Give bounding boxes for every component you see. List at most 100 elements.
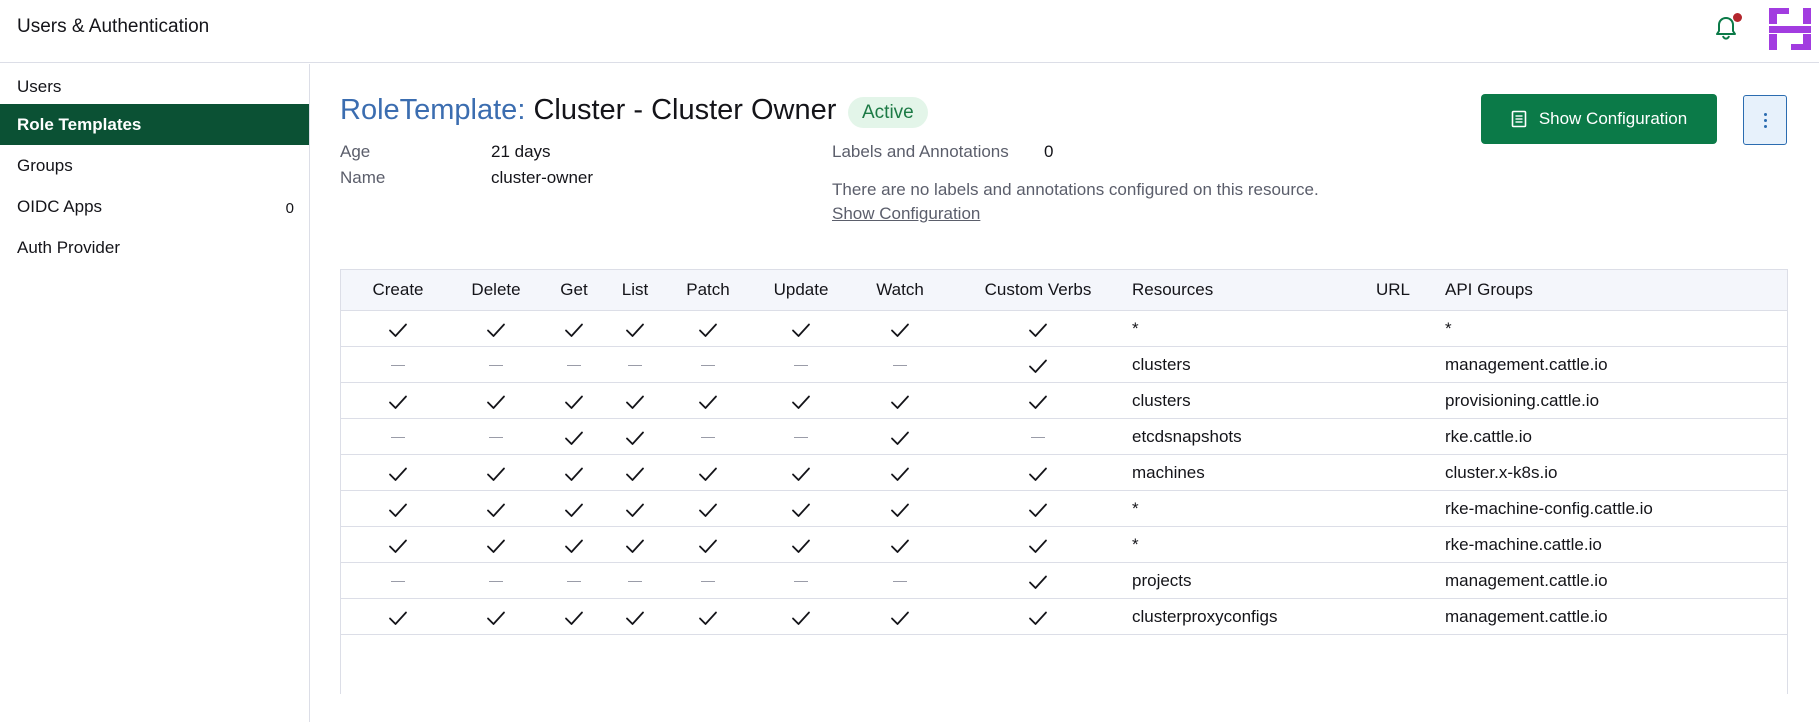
column-header-update[interactable]: Update <box>774 270 829 310</box>
column-header-delete[interactable]: Delete <box>471 270 520 310</box>
check-icon-custom-verbs <box>1023 491 1053 526</box>
check-icon-delete <box>481 491 511 526</box>
table-row: clusters management.cattle.io <box>341 347 1787 383</box>
dash-icon-update <box>786 347 816 382</box>
api-group-cell: rke.cattle.io <box>1445 427 1532 446</box>
bell-icon[interactable] <box>1713 13 1742 42</box>
document-icon <box>1511 110 1527 128</box>
check-icon-patch <box>693 455 723 490</box>
check-icon-watch <box>885 491 915 526</box>
sidebar-item-label: Users <box>17 77 62 96</box>
dash-icon-patch <box>693 419 723 454</box>
table-row: clusters provisioning.cattle.io <box>341 383 1787 419</box>
column-header-patch[interactable]: Patch <box>686 270 729 310</box>
check-icon-delete <box>481 599 511 634</box>
check-icon-custom-verbs <box>1023 599 1053 634</box>
resource-cell: * <box>1132 319 1139 338</box>
age-label: Age <box>340 142 371 161</box>
sidebar-item-users[interactable]: Users <box>0 66 309 107</box>
dash-icon-get <box>559 563 589 598</box>
check-icon-watch <box>885 311 915 346</box>
api-group-cell: * <box>1445 319 1452 338</box>
check-icon-custom-verbs <box>1023 527 1053 562</box>
page-header-title: Users & Authentication <box>17 16 210 37</box>
brand-logo-icon[interactable] <box>1767 6 1813 52</box>
resource-cell: * <box>1132 535 1139 554</box>
check-icon-update <box>786 311 816 346</box>
dash-icon-create <box>383 419 413 454</box>
check-icon-get <box>559 455 589 490</box>
column-header-get[interactable]: Get <box>560 270 587 310</box>
column-header-url[interactable]: URL <box>1376 270 1410 310</box>
show-configuration-button[interactable]: Show Configuration <box>1481 94 1717 144</box>
labels-annotations-count: 0 <box>1044 142 1054 161</box>
sidebar-item-count: 0 <box>285 200 294 217</box>
sidebar-item-label: Groups <box>17 156 73 175</box>
api-group-cell: provisioning.cattle.io <box>1445 391 1600 410</box>
resource-cell: clusters <box>1132 355 1191 374</box>
check-icon-list <box>620 419 650 454</box>
check-icon-get <box>559 383 589 418</box>
check-icon-patch <box>693 599 723 634</box>
brand-logo-svg <box>1769 8 1811 50</box>
check-icon-watch <box>885 383 915 418</box>
check-icon-update <box>786 383 816 418</box>
sidebar-item-auth-provider[interactable]: Auth Provider <box>0 227 309 268</box>
notification-dot <box>1733 13 1742 22</box>
dash-icon-update <box>786 419 816 454</box>
check-icon-list <box>620 491 650 526</box>
check-icon-create <box>383 455 413 490</box>
check-icon-custom-verbs <box>1023 311 1053 346</box>
column-header-create[interactable]: Create <box>372 270 423 310</box>
kebab-vertical-icon <box>1763 112 1767 128</box>
labels-empty-note: There are no labels and annotations conf… <box>832 180 1319 199</box>
sidebar-item-label: Auth Provider <box>17 238 120 257</box>
resource-name: Cluster - Cluster Owner <box>533 94 837 126</box>
dash-icon-list <box>620 563 650 598</box>
dash-icon-list <box>620 347 650 382</box>
table-row: projects management.cattle.io <box>341 563 1787 599</box>
check-icon-get <box>559 491 589 526</box>
check-icon-custom-verbs <box>1023 347 1053 382</box>
api-group-cell: rke-machine.cattle.io <box>1445 535 1602 554</box>
dash-icon-delete <box>481 563 511 598</box>
check-icon-get <box>559 527 589 562</box>
sidebar-item-label: Role Templates <box>17 115 142 134</box>
resource-cell: clusters <box>1132 391 1191 410</box>
check-icon-delete <box>481 383 511 418</box>
column-header-resources[interactable]: Resources <box>1132 270 1213 310</box>
check-icon-watch <box>885 599 915 634</box>
check-icon-list <box>620 455 650 490</box>
name-label: Name <box>340 168 386 187</box>
column-header-list[interactable]: List <box>622 270 648 310</box>
check-icon-list <box>620 311 650 346</box>
table-row: * * <box>341 311 1787 347</box>
actions-menu-button[interactable] <box>1743 95 1787 145</box>
check-icon-update <box>786 491 816 526</box>
table-row: * rke-machine-config.cattle.io <box>341 491 1787 527</box>
column-header-custom-verbs[interactable]: Custom Verbs <box>985 270 1092 310</box>
column-header-watch[interactable]: Watch <box>876 270 924 310</box>
resource-type-link[interactable]: RoleTemplate: <box>340 94 525 126</box>
check-icon-create <box>383 599 413 634</box>
sidebar-item-groups[interactable]: Groups <box>0 145 309 186</box>
check-icon-create <box>383 383 413 418</box>
api-group-cell: rke-machine-config.cattle.io <box>1445 499 1653 518</box>
check-icon-watch <box>885 419 915 454</box>
table-row: clusterproxyconfigs management.cattle.io <box>341 599 1787 635</box>
check-icon-custom-verbs <box>1023 383 1053 418</box>
dash-icon-watch <box>885 563 915 598</box>
sidebar: Users Role Templates Groups OIDC Apps 0 … <box>0 64 310 722</box>
show-configuration-link[interactable]: Show Configuration <box>832 204 980 224</box>
labels-annotations-label: Labels and Annotations <box>832 142 1009 161</box>
check-icon-list <box>620 383 650 418</box>
check-icon-create <box>383 311 413 346</box>
dash-icon-patch <box>693 563 723 598</box>
status-badge: Active <box>848 97 928 128</box>
column-header-api-groups[interactable]: API Groups <box>1445 270 1533 310</box>
table-row: etcdsnapshots rke.cattle.io <box>341 419 1787 455</box>
sidebar-item-role-templates[interactable]: Role Templates <box>0 104 309 145</box>
sidebar-item-label: OIDC Apps <box>17 197 103 216</box>
check-icon-get <box>559 311 589 346</box>
sidebar-item-oidc-apps[interactable]: OIDC Apps 0 <box>0 186 309 227</box>
